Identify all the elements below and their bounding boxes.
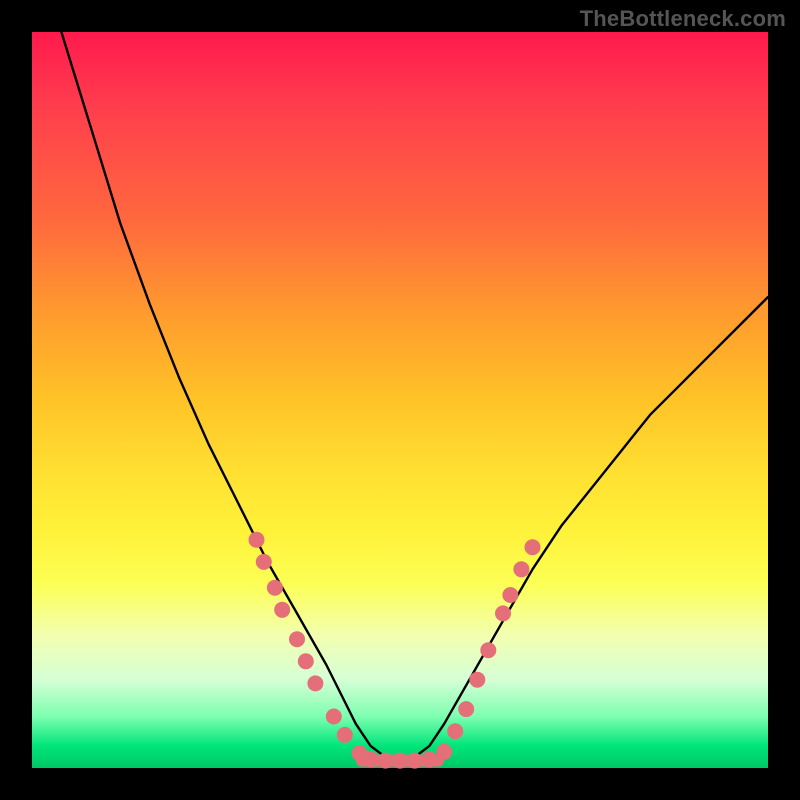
highlight-dot [480,642,496,658]
highlight-dot [363,751,379,767]
highlight-dot [513,561,529,577]
highlight-dot [392,753,408,769]
highlight-dot [337,727,353,743]
highlight-dot [249,532,265,548]
highlight-dot [469,672,485,688]
highlight-dot [256,554,272,570]
highlight-dots-group [249,532,541,769]
highlight-dot [421,751,437,767]
highlight-dot [525,539,541,555]
highlight-dot [274,602,290,618]
watermark-label: TheBottleneck.com [580,6,786,32]
highlight-dot [289,631,305,647]
highlight-dot [307,675,323,691]
highlight-dot [458,701,474,717]
highlight-dot [436,744,452,760]
highlight-dot [495,605,511,621]
highlight-dot [377,753,393,769]
highlight-dot [326,709,342,725]
chart-frame: TheBottleneck.com [0,0,800,800]
chart-svg [32,32,768,768]
highlight-dot [447,723,463,739]
bottleneck-curve [32,0,768,761]
plot-area [32,32,768,768]
highlight-dot [502,587,518,603]
highlight-dot [298,653,314,669]
highlight-dot [267,580,283,596]
highlight-dot [407,753,423,769]
